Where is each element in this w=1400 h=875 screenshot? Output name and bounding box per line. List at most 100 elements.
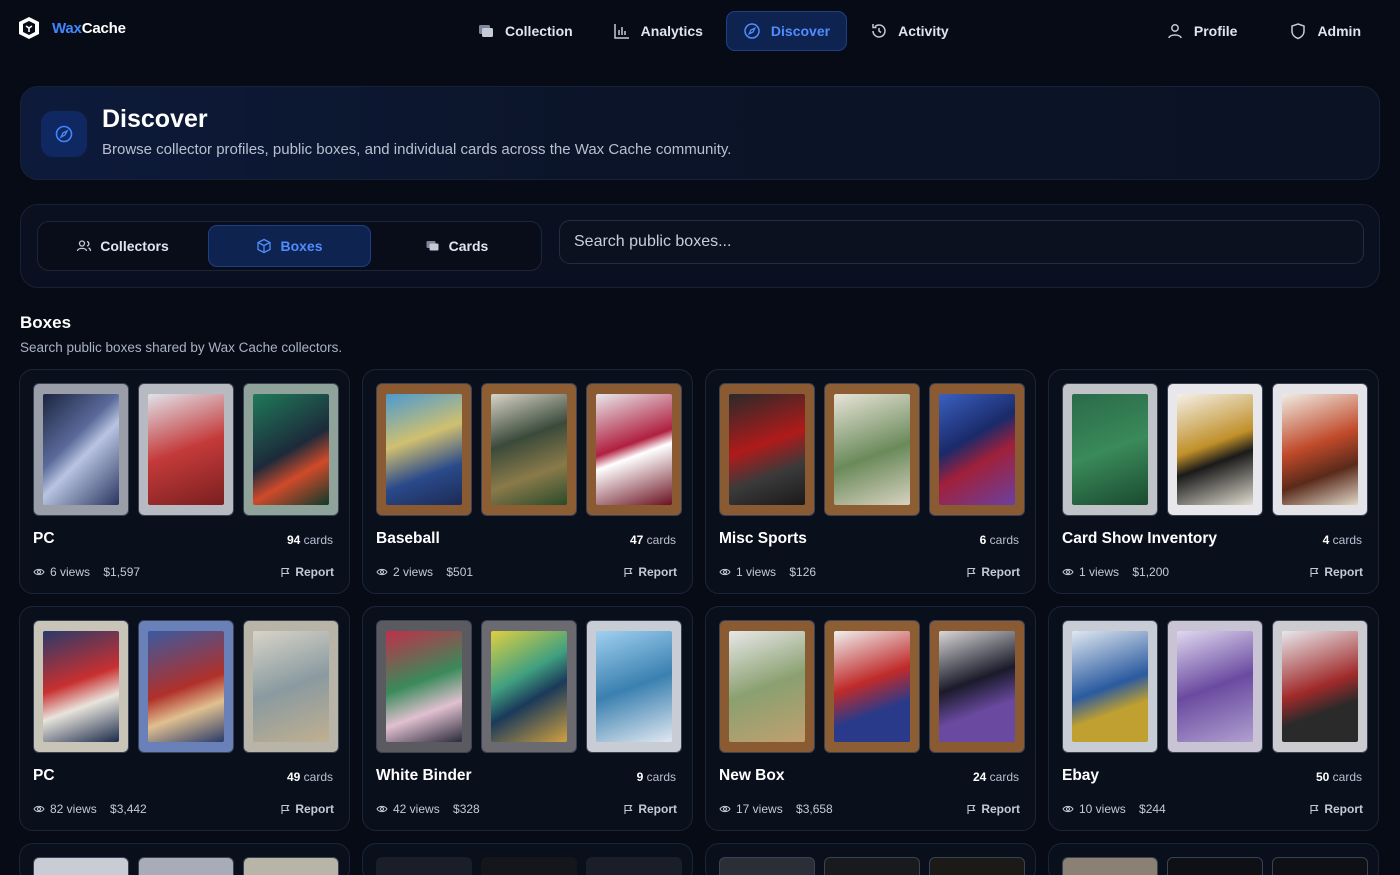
box-card[interactable]: Card Show Inventory 4 cards 1 views $1,2…	[1048, 369, 1379, 594]
card-thumbnail	[719, 620, 815, 753]
box-stats: 6 views $1,597	[33, 565, 140, 579]
box-name: White Binder	[376, 767, 472, 784]
bar-chart-icon	[613, 24, 629, 39]
brand-logo[interactable]: WaxCache	[16, 15, 126, 41]
card-thumbnail	[1272, 620, 1368, 753]
nav-discover[interactable]: Discover	[725, 11, 848, 51]
eye-icon	[719, 568, 731, 576]
eye-icon	[719, 805, 731, 813]
box-card[interactable]: White Binder 9 cards 42 views $328 Repor…	[362, 606, 693, 831]
flag-icon	[281, 567, 290, 577]
brand-name: WaxCache	[52, 19, 126, 37]
search-input[interactable]	[559, 220, 1364, 264]
report-button[interactable]: Report	[623, 565, 677, 579]
nav-admin[interactable]: Admin	[1272, 11, 1378, 51]
box-card[interactable]: Ebay 50 cards 10 views $244 Report	[1048, 606, 1379, 831]
nav-activity[interactable]: Activity	[853, 11, 966, 51]
box-stats: 1 views $1,200	[1062, 565, 1169, 579]
card-thumbnail	[33, 383, 129, 516]
box-thumbnails	[1062, 620, 1368, 753]
box-name: Card Show Inventory	[1062, 530, 1218, 547]
box-thumbnails	[719, 857, 1025, 875]
box-card[interactable]: New Box 24 cards 17 views $3,658 Report	[705, 606, 1036, 831]
tab-collectors[interactable]: Collectors	[41, 225, 204, 267]
card-thumbnail	[824, 383, 920, 516]
nav-collection[interactable]: Collection	[460, 11, 590, 51]
flag-icon	[624, 567, 633, 577]
report-button[interactable]: Report	[623, 802, 677, 816]
flag-icon	[1310, 804, 1319, 814]
history-icon	[872, 24, 886, 38]
card-thumbnail	[243, 857, 339, 875]
card-thumbnail	[138, 857, 234, 875]
eye-icon	[1062, 568, 1074, 576]
nav-profile[interactable]: Profile	[1149, 11, 1255, 51]
card-thumbnail	[929, 383, 1025, 516]
box-thumbnails	[33, 620, 339, 753]
discover-tabs: Collectors Boxes Cards	[37, 221, 542, 271]
box-card[interactable]	[362, 843, 693, 875]
box-name: New Box	[719, 767, 785, 784]
flag-icon	[967, 804, 976, 814]
eye-icon	[1062, 805, 1074, 813]
report-button[interactable]: Report	[966, 802, 1020, 816]
box-card[interactable]: Baseball 47 cards 2 views $501 Report	[362, 369, 693, 594]
box-card[interactable]: PC 49 cards 82 views $3,442 Report	[19, 606, 350, 831]
box-card-count: 50 cards	[1315, 770, 1362, 784]
box-thumbnails	[719, 383, 1025, 516]
card-thumbnail	[376, 620, 472, 753]
card-thumbnail	[1062, 620, 1158, 753]
box-card[interactable]	[705, 843, 1036, 875]
report-button[interactable]: Report	[280, 565, 334, 579]
cards-stack-icon	[479, 25, 493, 37]
box-name: Baseball	[376, 530, 440, 547]
box-name: Ebay	[1062, 767, 1100, 784]
box-card-count: 6 cards	[979, 533, 1019, 547]
card-thumbnail	[138, 620, 234, 753]
box-stats: 10 views $244	[1062, 802, 1166, 816]
box-thumbnails	[33, 857, 339, 875]
top-navigation: WaxCache Collection Analytics Discover A…	[0, 0, 1400, 62]
tab-boxes[interactable]: Boxes	[208, 225, 371, 267]
card-thumbnail	[138, 383, 234, 516]
cube-logo-icon	[19, 17, 39, 39]
compass-icon	[41, 111, 87, 157]
eye-icon	[376, 805, 388, 813]
report-button[interactable]: Report	[1309, 565, 1363, 579]
card-thumbnail	[719, 383, 815, 516]
user-icon	[1168, 24, 1182, 39]
card-thumbnail	[929, 857, 1025, 875]
box-thumbnails	[1062, 857, 1368, 875]
compass-icon	[744, 23, 760, 39]
box-card[interactable]: Misc Sports 6 cards 1 views $126 Report	[705, 369, 1036, 594]
card-thumbnail	[481, 383, 577, 516]
report-button[interactable]: Report	[280, 802, 334, 816]
box-card-count: 49 cards	[286, 770, 333, 784]
nav-analytics[interactable]: Analytics	[596, 11, 720, 51]
flag-icon	[967, 567, 976, 577]
card-thumbnail	[824, 857, 920, 875]
box-stats: 82 views $3,442	[33, 802, 147, 816]
eye-icon	[376, 568, 388, 576]
box-card-count: 24 cards	[972, 770, 1019, 784]
tab-cards[interactable]: Cards	[375, 225, 538, 267]
section-subtitle: Search public boxes shared by Wax Cache …	[20, 340, 343, 355]
report-button[interactable]: Report	[1309, 802, 1363, 816]
shield-icon	[1291, 23, 1306, 40]
cards-stack-icon	[426, 241, 439, 251]
box-card[interactable]	[1048, 843, 1379, 875]
box-card[interactable]: PC 94 cards 6 views $1,597 Report	[19, 369, 350, 594]
box-thumbnails	[376, 383, 682, 516]
page-subtitle: Browse collector profiles, public boxes,…	[102, 141, 732, 158]
box-name: PC	[33, 530, 55, 547]
card-thumbnail	[33, 857, 129, 875]
card-thumbnail	[824, 620, 920, 753]
card-thumbnail	[481, 857, 577, 875]
report-button[interactable]: Report	[966, 565, 1020, 579]
box-thumbnails	[33, 383, 339, 516]
box-card[interactable]	[19, 843, 350, 875]
box-stats: 2 views $501	[376, 565, 473, 579]
card-thumbnail	[243, 383, 339, 516]
card-thumbnail	[1167, 620, 1263, 753]
card-thumbnail	[586, 383, 682, 516]
